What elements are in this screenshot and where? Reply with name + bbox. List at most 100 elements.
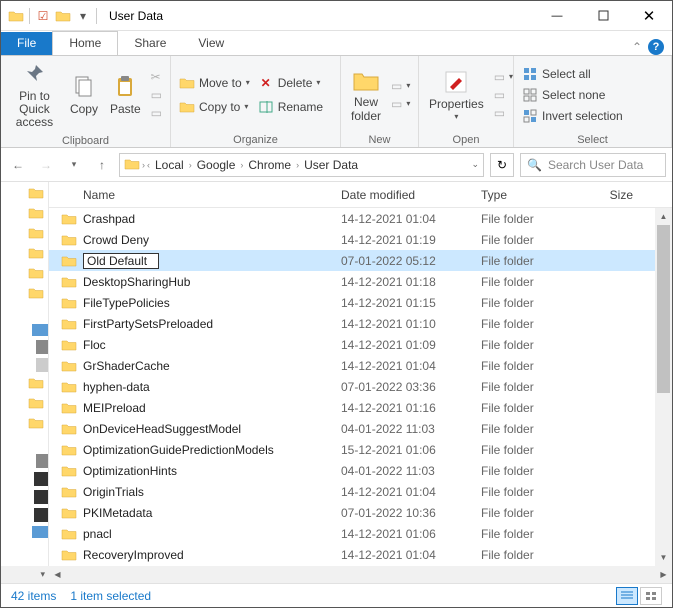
copy-button[interactable]: Copy — [66, 71, 102, 118]
qat-checkbox-icon[interactable]: ☑ — [34, 7, 52, 25]
history-button[interactable]: ▭ — [492, 105, 515, 121]
column-size[interactable]: Size — [589, 188, 639, 202]
pin-to-quick-access-button[interactable]: Pin to Quick access — [7, 58, 62, 132]
details-view-button[interactable] — [616, 587, 638, 605]
table-row[interactable]: OptimizationHints04-01-2022 11:03File fo… — [49, 460, 672, 481]
copy-label: Copy — [70, 103, 98, 116]
column-date[interactable]: Date modified — [335, 188, 475, 202]
rename-button[interactable]: Rename — [256, 98, 325, 116]
invert-selection-icon — [522, 108, 538, 124]
address-bar: ← → ▾ ↑ › ‹ Local› Google› Chrome› User … — [1, 148, 672, 182]
file-name: Crashpad — [83, 212, 335, 226]
refresh-button[interactable]: ↻ — [490, 153, 514, 177]
edit-button[interactable]: ▭ — [492, 87, 515, 103]
table-row[interactable]: Crowd Deny14-12-2021 01:19File folder — [49, 229, 672, 250]
column-name[interactable]: Name — [77, 188, 335, 202]
folder-icon — [61, 443, 77, 456]
help-icon[interactable]: ? — [648, 39, 664, 55]
table-row[interactable]: OriginTrials14-12-2021 01:04File folder — [49, 481, 672, 502]
table-row[interactable]: pnacl14-12-2021 01:06File folder — [49, 523, 672, 544]
easy-access-button[interactable]: ▭▾ — [389, 96, 412, 112]
table-row[interactable]: PKIMetadata07-01-2022 10:36File folder — [49, 502, 672, 523]
breadcrumb[interactable]: › ‹ Local› Google› Chrome› User Data ⌄ — [119, 153, 484, 177]
file-name: MEIPreload — [83, 401, 335, 415]
table-row[interactable]: FirstPartySetsPreloaded14-12-2021 01:10F… — [49, 313, 672, 334]
table-row[interactable]: RecoveryImproved14-12-2021 01:04File fol… — [49, 544, 672, 565]
qat-dropdown[interactable]: ▾ — [74, 7, 92, 25]
table-row[interactable]: OnDeviceHeadSuggestModel04-01-2022 11:03… — [49, 418, 672, 439]
file-list[interactable]: Crashpad14-12-2021 01:04File folderCrowd… — [49, 208, 672, 565]
folder-icon — [61, 317, 77, 330]
tab-home[interactable]: Home — [52, 31, 118, 55]
ribbon: Pin to Quick access Copy Paste ✂ ▭ ▭ Cli… — [1, 55, 672, 148]
cut-button[interactable]: ✂ — [149, 69, 164, 85]
table-row[interactable]: MEIPreload14-12-2021 01:16File folder — [49, 397, 672, 418]
copy-path-button[interactable]: ▭ — [149, 87, 164, 103]
copy-to-button[interactable]: Copy to ▾ — [177, 98, 252, 116]
table-row[interactable]: FileTypePolicies14-12-2021 01:15File fol… — [49, 292, 672, 313]
minimize-button[interactable]: — — [534, 1, 580, 30]
paste-shortcut-button[interactable]: ▭ — [149, 105, 164, 121]
open-button[interactable]: ▭▾ — [492, 69, 515, 85]
tab-share[interactable]: Share — [118, 32, 182, 55]
folder-icon — [61, 359, 77, 372]
scroll-right-icon[interactable]: ▶ — [655, 566, 672, 583]
separator — [96, 8, 97, 24]
table-row[interactable]: hyphen-data07-01-2022 03:36File folder — [49, 376, 672, 397]
invert-selection-button[interactable]: Invert selection — [520, 107, 625, 125]
file-date: 04-01-2022 11:03 — [335, 422, 475, 436]
table-row[interactable]: Floc14-12-2021 01:09File folder — [49, 334, 672, 355]
close-button[interactable]: ✕ — [626, 1, 672, 30]
select-group-label: Select — [514, 133, 671, 147]
column-headers: Name Date modified Type Size — [49, 182, 672, 208]
scroll-left-icon[interactable]: ◀ — [49, 566, 66, 583]
crumb-chrome[interactable]: Chrome — [245, 158, 294, 172]
ribbon-collapse-icon[interactable]: ⌃ — [632, 40, 642, 54]
address-dropdown[interactable]: ⌄ — [471, 159, 479, 170]
new-folder-button[interactable]: New folder — [347, 64, 385, 124]
select-none-button[interactable]: Select none — [520, 86, 625, 104]
folder-icon — [61, 338, 77, 351]
select-all-button[interactable]: Select all — [520, 65, 625, 83]
folder-icon — [61, 422, 77, 435]
scroll-thumb[interactable] — [657, 225, 670, 393]
table-row[interactable]: DesktopSharingHub14-12-2021 01:18File fo… — [49, 271, 672, 292]
file-type: File folder — [475, 443, 589, 457]
tab-file[interactable]: File — [1, 32, 52, 55]
maximize-button[interactable] — [580, 1, 626, 30]
rename-input[interactable]: Old Default — [83, 253, 159, 269]
properties-button[interactable]: Properties ▾ — [425, 66, 488, 124]
file-name: FileTypePolicies — [83, 296, 335, 310]
vertical-scrollbar[interactable]: ▲ ▼ — [655, 208, 672, 566]
move-to-button[interactable]: Move to ▾ — [177, 74, 252, 92]
large-icons-view-button[interactable] — [640, 587, 662, 605]
new-item-icon: ▭ — [391, 79, 402, 93]
easy-access-icon: ▭ — [391, 97, 402, 111]
tab-view[interactable]: View — [182, 32, 240, 55]
crumb-user-data[interactable]: User Data — [301, 158, 361, 172]
table-row[interactable]: OptimizationGuidePredictionModels15-12-2… — [49, 439, 672, 460]
file-name: RecoveryImproved — [83, 548, 335, 562]
recent-locations-button[interactable]: ▾ — [63, 154, 85, 176]
column-type[interactable]: Type — [475, 188, 589, 202]
horizontal-scrollbar[interactable]: ▾ ◀ ▶ — [1, 566, 672, 583]
file-type: File folder — [475, 527, 589, 541]
table-row[interactable]: Old Default07-01-2022 05:12File folder — [49, 250, 672, 271]
search-box[interactable]: 🔍 Search User Data — [520, 153, 666, 177]
file-name: OnDeviceHeadSuggestModel — [83, 422, 335, 436]
paste-button[interactable]: Paste — [106, 71, 145, 118]
nav-pane[interactable] — [1, 182, 49, 566]
table-row[interactable]: GrShaderCache14-12-2021 01:04File folder — [49, 355, 672, 376]
table-row[interactable]: Crashpad14-12-2021 01:04File folder — [49, 208, 672, 229]
scroll-up-icon[interactable]: ▲ — [655, 208, 672, 225]
scroll-down-icon[interactable]: ▼ — [655, 549, 672, 566]
up-button[interactable]: ↑ — [91, 154, 113, 176]
back-button[interactable]: ← — [7, 154, 29, 176]
new-item-button[interactable]: ▭▾ — [389, 78, 412, 94]
crumb-local[interactable]: Local — [152, 158, 187, 172]
move-icon — [179, 75, 195, 91]
forward-button[interactable]: → — [35, 154, 57, 176]
crumb-google[interactable]: Google — [194, 158, 239, 172]
file-type: File folder — [475, 422, 589, 436]
delete-button[interactable]: ✕Delete ▾ — [256, 74, 325, 92]
